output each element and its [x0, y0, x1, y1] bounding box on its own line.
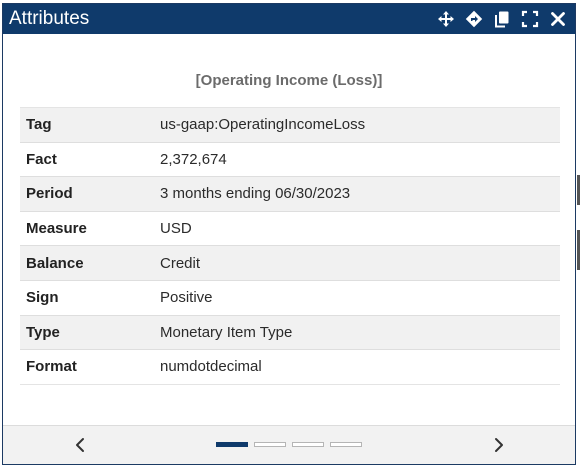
copy-icon[interactable]	[493, 10, 511, 28]
move-icon[interactable]	[437, 10, 455, 28]
attribute-key: Format	[20, 349, 154, 385]
attribute-value: 2,372,674	[154, 141, 560, 177]
page-dot[interactable]	[254, 442, 286, 447]
navigate-icon[interactable]	[465, 10, 483, 28]
attribute-row: Type Monetary Item Type	[20, 314, 560, 350]
attribute-key: Period	[20, 176, 154, 212]
dialog-content: [Operating Income (Loss)] Tag us-gaap:Ope…	[3, 34, 575, 426]
attribute-value: Credit	[154, 245, 560, 281]
titlebar-icons	[437, 8, 567, 30]
page-dot[interactable]	[216, 442, 248, 447]
page-indicator	[216, 442, 362, 447]
concept-heading: [Operating Income (Loss)]	[195, 72, 383, 89]
dialog-footer	[3, 425, 575, 464]
page-dot[interactable]	[292, 442, 324, 447]
attribute-row: Sign Positive	[20, 279, 560, 316]
chevron-left-icon[interactable]	[70, 435, 90, 455]
attribute-value: Positive	[154, 279, 560, 316]
attribute-row: Balance Credit	[20, 245, 560, 281]
attributes-dialog: Attributes [Operating Income (Loss)] Tag…	[2, 3, 576, 465]
expand-icon[interactable]	[521, 10, 539, 28]
attribute-key: Balance	[20, 245, 154, 281]
attribute-row: Format numdotdecimal	[20, 349, 560, 385]
attribute-key: Type	[20, 314, 154, 350]
dialog-title: Attributes	[9, 8, 90, 29]
attributes-table: Tag us-gaap:OperatingIncomeLoss Fact 2,372,…	[20, 107, 560, 385]
attribute-value: numdotdecimal	[154, 349, 560, 385]
dialog-titlebar[interactable]: Attributes	[3, 4, 575, 34]
attribute-key: Fact	[20, 141, 154, 177]
attribute-value: USD	[154, 210, 560, 246]
page-dot[interactable]	[330, 442, 362, 447]
close-icon[interactable]	[549, 10, 567, 28]
attribute-row: Fact 2,372,674	[20, 141, 560, 177]
attribute-key: Sign	[20, 279, 154, 316]
attribute-value: 3 months ending 06/30/2023	[154, 176, 560, 212]
attribute-key: Tag	[20, 107, 154, 143]
attribute-row: Tag us-gaap:OperatingIncomeLoss	[20, 107, 560, 143]
chevron-right-icon[interactable]	[489, 435, 509, 455]
attribute-value: Monetary Item Type	[154, 314, 560, 350]
attribute-row: Period 3 months ending 06/30/2023	[20, 176, 560, 212]
attribute-row: Measure USD	[20, 210, 560, 246]
attribute-key: Measure	[20, 210, 154, 246]
attribute-value: us-gaap:OperatingIncomeLoss	[154, 107, 560, 143]
